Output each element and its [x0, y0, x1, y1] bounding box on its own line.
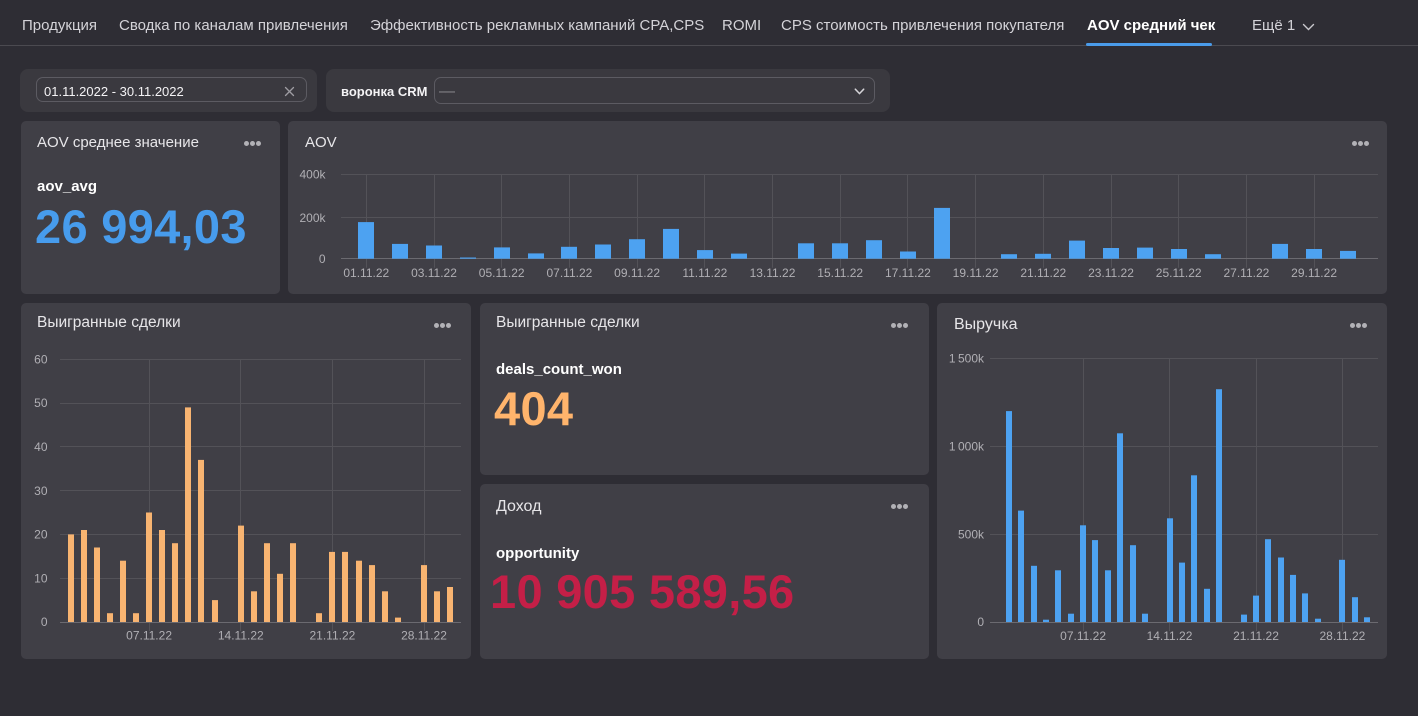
- svg-text:60: 60: [34, 352, 48, 366]
- svg-text:21.11.22: 21.11.22: [309, 629, 355, 643]
- svg-text:07.11.22: 07.11.22: [126, 629, 172, 643]
- svg-text:21.11.22: 21.11.22: [1233, 629, 1279, 643]
- svg-text:07.11.22: 07.11.22: [546, 266, 592, 280]
- svg-text:28.11.22: 28.11.22: [1319, 629, 1365, 643]
- svg-text:500k: 500k: [958, 527, 985, 541]
- svg-text:17.11.22: 17.11.22: [885, 266, 931, 280]
- svg-text:09.11.22: 09.11.22: [614, 266, 660, 280]
- svg-text:0: 0: [977, 615, 984, 629]
- svg-text:0: 0: [41, 615, 48, 629]
- svg-text:07.11.22: 07.11.22: [1060, 629, 1106, 643]
- svg-text:0: 0: [319, 252, 326, 266]
- svg-text:03.11.22: 03.11.22: [411, 266, 457, 280]
- svg-text:13.11.22: 13.11.22: [750, 266, 796, 280]
- svg-text:1 000k: 1 000k: [949, 440, 985, 454]
- svg-text:23.11.22: 23.11.22: [1088, 266, 1134, 280]
- svg-text:40: 40: [34, 440, 48, 454]
- svg-text:01.11.22: 01.11.22: [343, 266, 389, 280]
- svg-text:19.11.22: 19.11.22: [953, 266, 999, 280]
- svg-text:29.11.22: 29.11.22: [1291, 266, 1337, 280]
- svg-text:15.11.22: 15.11.22: [817, 266, 863, 280]
- svg-text:10: 10: [34, 571, 48, 585]
- svg-text:200k: 200k: [299, 211, 326, 225]
- svg-text:27.11.22: 27.11.22: [1223, 266, 1269, 280]
- svg-text:400k: 400k: [299, 168, 326, 182]
- svg-text:11.11.22: 11.11.22: [682, 266, 727, 280]
- svg-text:20: 20: [34, 528, 48, 542]
- svg-text:21.11.22: 21.11.22: [1020, 266, 1066, 280]
- svg-text:05.11.22: 05.11.22: [479, 266, 525, 280]
- svg-text:14.11.22: 14.11.22: [1147, 629, 1193, 643]
- svg-text:14.11.22: 14.11.22: [218, 629, 264, 643]
- svg-text:28.11.22: 28.11.22: [401, 629, 447, 643]
- svg-text:1 500k: 1 500k: [949, 352, 985, 366]
- svg-text:25.11.22: 25.11.22: [1156, 266, 1202, 280]
- svg-text:30: 30: [34, 484, 48, 498]
- svg-text:50: 50: [34, 396, 48, 410]
